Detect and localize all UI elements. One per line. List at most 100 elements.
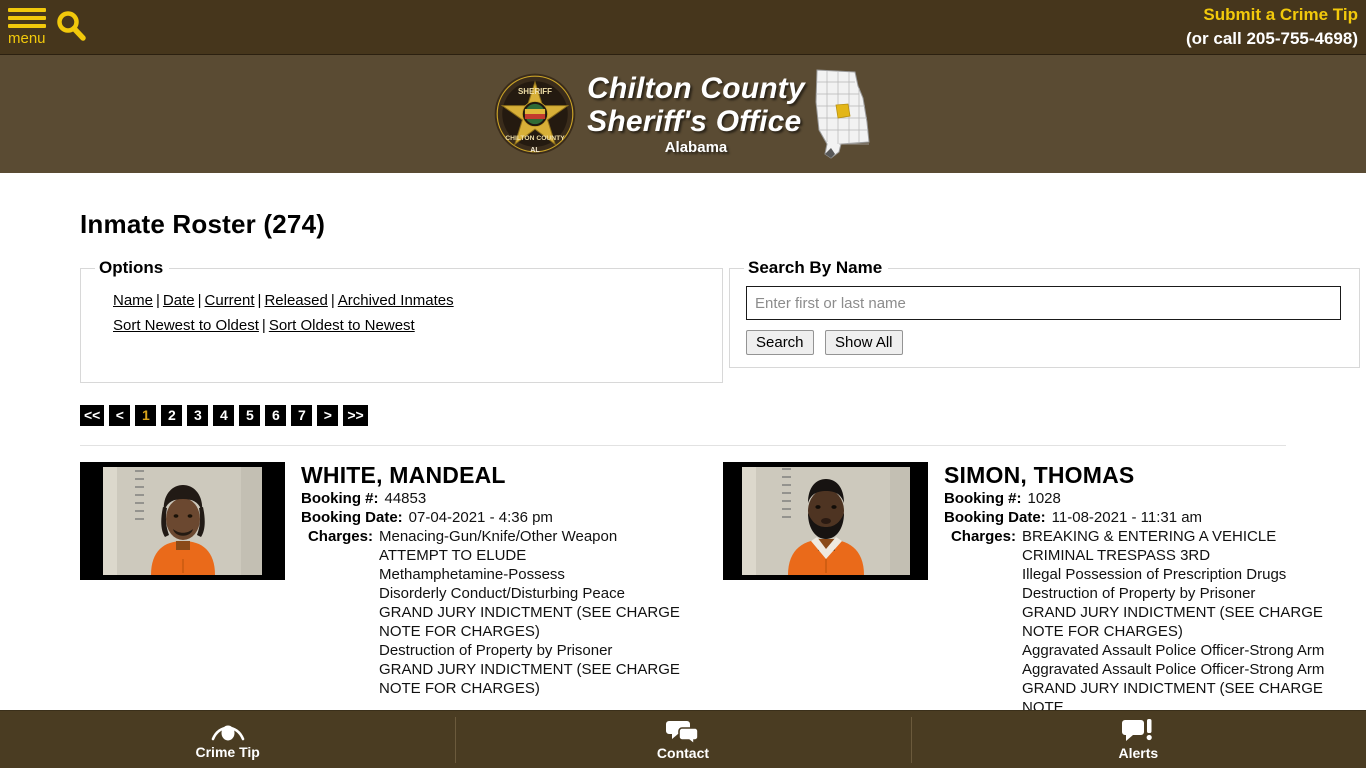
inmate-mugshot[interactable] [723,462,928,580]
charge-item: Methamphetamine-Possess [379,565,723,584]
main-content: Inmate Roster (274) Options Name|Date|Cu… [0,173,1366,717]
search-panel: Search By Name Search Show All [729,258,1360,368]
section-divider [80,445,1286,446]
inmate-booking-number-row: Booking #: 44853 [301,489,723,508]
site-title-line2: Sheriff's Office [587,105,805,138]
charges-label: Charges: [944,527,1016,717]
menu-label: menu [8,32,50,45]
inmate-charges-row: Charges: Menacing-Gun/Knife/Other Weapon… [301,527,723,698]
inmate-info: WHITE, MANDEAL Booking #: 44853 Booking … [301,462,723,717]
top-utility-bar: menu Submit a Crime Tip (or call 205-755… [0,0,1366,55]
pagination: << < 1 2 3 4 5 6 7 > >> [80,405,1366,426]
filter-link-name[interactable]: Name [113,292,153,309]
search-input[interactable] [746,286,1341,320]
crime-tip-block: Submit a Crime Tip (or call 205-755-4698… [1186,3,1358,51]
charge-item: CRIMINAL TRESPASS 3RD [1022,546,1366,565]
options-sort-links: Sort Newest to Oldest|Sort Oldest to New… [113,317,708,334]
svg-text:AL: AL [530,146,540,154]
inmate-name[interactable]: SIMON, THOMAS [944,462,1366,488]
booking-date-value: 07-04-2021 - 4:36 pm [403,508,553,527]
filter-link-archived-inmates[interactable]: Archived Inmates [338,292,454,309]
booking-date-value: 11-08-2021 - 11:31 am [1046,508,1202,527]
site-logo[interactable]: SHERIFF CHILTON COUNTY AL Chilton County… [0,55,1366,173]
pagination-last[interactable]: >> [343,405,367,426]
charges-list: Menacing-Gun/Knife/Other Weapon ATTEMPT … [373,527,723,698]
pagination-prev[interactable]: < [109,405,130,426]
charge-item: GRAND JURY INDICTMENT (SEE CHARGE NOTE F… [379,660,723,698]
hamburger-icon[interactable] [8,8,50,28]
booking-number-label: Booking #: [944,489,1022,508]
separator: | [259,317,269,334]
charge-item: BREAKING & ENTERING A VEHICLE [1022,527,1366,546]
inmate-roster-list: WHITE, MANDEAL Booking #: 44853 Booking … [0,462,1366,717]
svg-text:SHERIFF: SHERIFF [518,87,552,96]
speech-bubbles-icon [666,718,700,744]
charge-item: ATTEMPT TO ELUDE [379,546,723,565]
pagination-page-2[interactable]: 2 [161,405,182,426]
inmate-charges-row: Charges: BREAKING & ENTERING A VEHICLE C… [944,527,1366,717]
filter-link-released[interactable]: Released [264,292,327,309]
charge-item: Destruction of Property by Prisoner [379,641,723,660]
charge-item: GRAND JURY INDICTMENT (SEE CHARGE NOTE F… [379,603,723,641]
pagination-page-6[interactable]: 6 [265,405,286,426]
inmate-card: WHITE, MANDEAL Booking #: 44853 Booking … [80,462,723,717]
search-button[interactable]: Search [746,330,814,355]
crime-tip-phone: (or call 205-755-4698) [1186,27,1358,51]
inmate-booking-date-row: Booking Date: 07-04-2021 - 4:36 pm [301,508,723,527]
pagination-first[interactable]: << [80,405,104,426]
booking-number-label: Booking #: [301,489,379,508]
charge-item: Aggravated Assault Police Officer-Strong… [1022,660,1366,679]
pagination-page-4[interactable]: 4 [213,405,234,426]
site-header-band: SHERIFF CHILTON COUNTY AL Chilton County… [0,55,1366,173]
inmate-booking-date-row: Booking Date: 11-08-2021 - 11:31 am [944,508,1366,527]
filter-link-current[interactable]: Current [205,292,255,309]
show-all-button[interactable]: Show All [825,330,903,355]
separator: | [153,292,163,309]
footer-item-crime-tip[interactable]: Crime Tip [0,711,455,769]
footer-label-alerts: Alerts [1118,745,1158,761]
inmate-booking-number-row: Booking #: 1028 [944,489,1366,508]
pagination-page-3[interactable]: 3 [187,405,208,426]
charge-item: GRAND JURY INDICTMENT (SEE CHARGE NOTE F… [1022,603,1366,641]
footer-label-crime-tip: Crime Tip [196,744,260,760]
sort-link-newest-to-oldest[interactable]: Sort Newest to Oldest [113,317,259,334]
charge-item: Menacing-Gun/Knife/Other Weapon [379,527,723,546]
sort-link-oldest-to-newest[interactable]: Sort Oldest to Newest [269,317,415,334]
pagination-page-5[interactable]: 5 [239,405,260,426]
booking-date-label: Booking Date: [301,508,403,527]
inmate-info: SIMON, THOMAS Booking #: 1028 Booking Da… [944,462,1366,717]
charges-label: Charges: [301,527,373,698]
search-legend: Search By Name [744,258,888,278]
menu-button[interactable]: menu [8,5,50,51]
pagination-page-1[interactable]: 1 [135,405,156,426]
separator: | [255,292,265,309]
charge-item: Illegal Possession of Prescription Drugs [1022,565,1366,584]
filter-link-date[interactable]: Date [163,292,195,309]
inmate-name[interactable]: WHITE, MANDEAL [301,462,723,488]
inmate-mugshot[interactable] [80,462,285,580]
pagination-next[interactable]: > [317,405,338,426]
options-filter-links: Name|Date|Current|Released|Archived Inma… [113,292,708,309]
separator: | [328,292,338,309]
page-title: Inmate Roster (274) [0,173,1366,240]
options-legend: Options [95,258,169,278]
charges-list: BREAKING & ENTERING A VEHICLE CRIMINAL T… [1016,527,1366,717]
search-icon[interactable] [54,9,88,43]
charge-item: Disorderly Conduct/Disturbing Peace [379,584,723,603]
site-title: Chilton County Sheriff's Office Alabama [587,72,805,157]
footer-label-contact: Contact [657,745,709,761]
footer-item-contact[interactable]: Contact [455,711,910,769]
booking-number-value: 1028 [1022,489,1061,508]
bottom-nav-bar: Crime Tip Contact Alerts [0,710,1366,768]
footer-item-alerts[interactable]: Alerts [911,711,1366,769]
charge-item: Aggravated Assault Police Officer-Strong… [1022,641,1366,660]
separator: | [195,292,205,309]
inmate-card: SIMON, THOMAS Booking #: 1028 Booking Da… [723,462,1366,717]
alabama-state-map-icon [811,68,873,160]
charge-item: Destruction of Property by Prisoner [1022,584,1366,603]
alert-bubble-icon [1121,718,1155,744]
submit-crime-tip-link[interactable]: Submit a Crime Tip [1186,3,1358,27]
pagination-page-7[interactable]: 7 [291,405,312,426]
site-title-line1: Chilton County [587,72,805,105]
booking-number-value: 44853 [379,489,427,508]
